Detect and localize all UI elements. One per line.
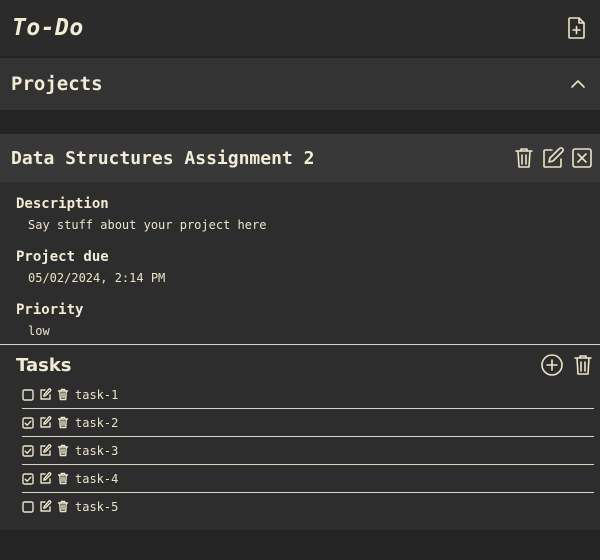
spacer [0,110,600,134]
task-row-actions [22,472,69,485]
trash-icon[interactable] [57,416,69,429]
due-value: 05/02/2024, 2:14 PM [28,271,166,285]
task-label: task-2 [75,415,119,430]
edit-icon[interactable] [39,388,52,401]
close-project-button[interactable] [571,147,593,169]
task-row: task-2 [22,409,594,437]
task-row: task-4 [22,465,594,493]
task-row-actions [22,388,69,401]
tasks-actions [540,353,594,377]
new-project-button[interactable] [566,16,588,40]
description-value: Say stuff about your project here [28,218,267,232]
task-row: task-3 [22,437,594,465]
bottom-spacer [0,530,600,554]
edit-icon[interactable] [39,444,52,457]
delete-tasks-button[interactable] [572,353,594,377]
task-label: task-3 [75,443,119,458]
trash-icon[interactable] [57,444,69,457]
close-icon [572,148,592,168]
projects-title: Projects [11,73,103,95]
checkbox-checked-icon[interactable] [22,416,34,429]
tasks-header: Tasks [0,345,600,381]
projects-bar: Projects [0,58,600,110]
project-actions [513,146,593,170]
priority-value: low [28,324,50,338]
task-row-actions [22,416,69,429]
description-label: Description [16,196,109,212]
task-label: task-4 [75,471,119,486]
delete-project-button[interactable] [513,146,535,170]
trash-icon[interactable] [57,472,69,485]
project-header: Data Structures Assignment 2 [0,134,600,182]
file-plus-icon [568,17,585,39]
trash-icon [574,355,592,375]
task-label: task-5 [75,499,119,514]
app-title: To-Do [12,15,84,41]
due-label: Project due [16,249,109,265]
project-card: Data Structures Assignment 2 Description… [0,134,600,530]
add-task-button[interactable] [540,353,564,377]
edit-icon [543,147,564,168]
project-name: Data Structures Assignment 2 [11,147,315,169]
task-row: task-5 [22,493,594,520]
trash-icon[interactable] [57,500,69,513]
checkbox-empty-icon[interactable] [22,388,34,401]
project-details: Description Say stuff about your project… [0,182,600,338]
trash-icon[interactable] [57,388,69,401]
edit-icon[interactable] [39,472,52,485]
app-header: To-Do [0,0,600,56]
tasks-title: Tasks [16,354,72,376]
edit-project-button[interactable] [541,146,565,170]
task-list: task-1 task-2 task-3 task-4 task-5 [0,381,600,520]
edit-icon[interactable] [39,416,52,429]
task-row-actions [22,500,69,513]
priority-label: Priority [16,302,84,318]
task-label: task-1 [75,387,119,402]
trash-icon [515,148,533,168]
chevron-up-icon [571,80,585,88]
checkbox-checked-icon[interactable] [22,444,34,457]
checkbox-checked-icon[interactable] [22,472,34,485]
tasks-section: Tasks task-1 task-2 task-3 task-4 task-5 [0,344,600,530]
checkbox-empty-icon[interactable] [22,500,34,513]
task-row-actions [22,444,69,457]
plus-circle-icon [541,354,563,376]
edit-icon[interactable] [39,500,52,513]
collapse-projects-button[interactable] [568,74,588,94]
task-row: task-1 [22,381,594,409]
